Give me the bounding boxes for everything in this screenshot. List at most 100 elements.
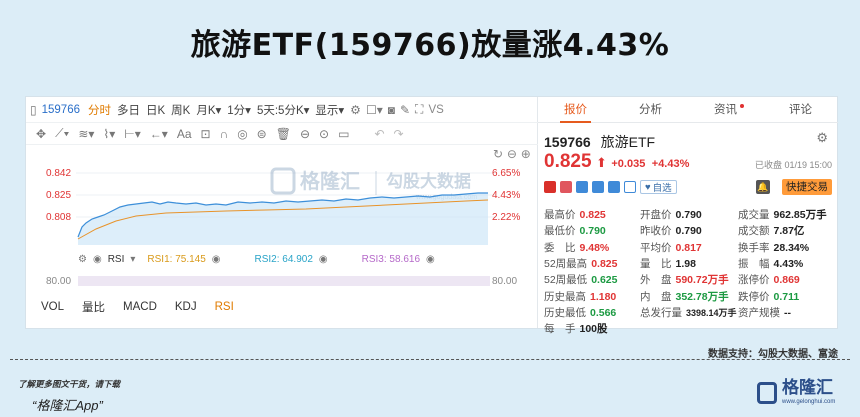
divider <box>10 359 850 360</box>
chart-icon[interactable] <box>560 181 572 193</box>
stat-value: -- <box>784 306 791 319</box>
quick-trade-button[interactable]: 快捷交易 <box>782 179 832 195</box>
indicator-volume-ratio[interactable]: 量比 <box>82 299 105 315</box>
redo-icon[interactable]: ↷ <box>394 127 404 141</box>
logo-text: 格隆汇 <box>782 378 833 398</box>
quote-panel: 报价 分析 资讯 评论 159766 旅游ETF ⚙ 0.825 ⬆ +0.03… <box>538 97 838 335</box>
stat-row: 成交额 7.87亿 <box>738 223 804 238</box>
text-icon[interactable]: Aa <box>177 127 192 141</box>
rsi2-eye-icon[interactable]: ◉ <box>319 254 328 265</box>
stat-label: 资产规模 <box>738 306 780 319</box>
watermark-text-2: 勾股大数据 <box>386 171 471 192</box>
intraday-chart: 0.842 0.825 0.808 6.65% 4.43% 2.22% ↻ ⊖ … <box>46 147 531 245</box>
indicator-kdj[interactable]: KDJ <box>175 301 197 313</box>
stat-value: 0.790 <box>675 225 702 238</box>
fullscreen-icon[interactable]: ⛶ <box>415 102 423 117</box>
stat-value: 0.790 <box>579 225 606 238</box>
tab-news[interactable]: 资讯 <box>688 97 763 122</box>
stat-row: 换手率 28.34% <box>738 240 809 255</box>
price-area <box>77 192 489 245</box>
stat-row: 每 手 100股 <box>544 321 608 336</box>
stat-row: 量 比 1.98 <box>640 256 696 271</box>
period-1min[interactable]: 1分▾ <box>227 102 251 118</box>
magnet-icon[interactable]: ∩ <box>220 127 229 141</box>
checkbox-icon[interactable]: ☐▾ <box>366 103 383 117</box>
stat-row: 历史最高 1.180 <box>544 289 616 304</box>
stat-value: 28.34% <box>773 241 810 254</box>
tab-quote[interactable]: 报价 <box>538 97 613 123</box>
rsi3-eye-icon[interactable]: ◉ <box>426 254 435 265</box>
rsi-dropdown-icon[interactable]: ▾ <box>130 254 135 265</box>
y-left-mid: 0.825 <box>46 190 71 201</box>
link-icon[interactable]: ⊖ <box>300 127 310 141</box>
period-intraday[interactable]: 分时 <box>88 102 111 118</box>
watchlist-button[interactable]: ♥ 自选 <box>640 180 677 194</box>
rsi1-eye-icon[interactable]: ◉ <box>212 254 221 265</box>
period-multiday[interactable]: 多日 <box>117 102 140 118</box>
rsi-eye-icon[interactable]: ◉ <box>93 254 102 265</box>
period-week-k[interactable]: 周K <box>171 102 190 118</box>
eye-icon[interactable]: ◎ <box>237 127 247 141</box>
headline: 旅游ETF(159766)放量涨4.43% <box>190 28 670 63</box>
stat-label: 昨收价 <box>640 225 672 238</box>
logo-url: www.gelonghui.com <box>782 399 836 405</box>
camera-icon[interactable]: ◙ <box>388 103 395 117</box>
sidebar-toggle-icon[interactable]: ▯ <box>30 103 37 117</box>
indicator-vol[interactable]: VOL <box>41 301 64 313</box>
stat-row: 最低价 0.790 <box>544 223 606 238</box>
toolbar-code[interactable]: 159766 <box>42 104 80 116</box>
camera-small-icon[interactable] <box>608 181 620 193</box>
rsi-settings-icon[interactable]: ⚙ <box>78 254 87 265</box>
trash-icon[interactable]: 🗑 <box>276 127 291 141</box>
stat-label: 成交额 <box>738 225 770 238</box>
stat-label: 跌停价 <box>738 290 770 303</box>
display-dropdown[interactable]: 显示▾ <box>315 102 344 118</box>
lock-icon[interactable]: ⊜ <box>257 127 267 141</box>
market-status: 已收盘 01/19 15:00 <box>754 160 832 170</box>
app-name: “格隆汇App” <box>32 398 103 413</box>
quote-tabs: 报价 分析 资讯 评论 <box>538 97 838 123</box>
channel-icon[interactable]: ≋▾ <box>78 127 94 141</box>
dollar-icon[interactable] <box>592 181 604 193</box>
stat-label: 涨停价 <box>738 274 770 287</box>
tab-analysis[interactable]: 分析 <box>613 97 688 122</box>
shuffle-icon[interactable] <box>576 181 588 193</box>
pencil-icon[interactable]: ✎ <box>400 103 410 117</box>
period-month-k[interactable]: 月K▾ <box>196 102 221 118</box>
stat-row: 资产规模 -- <box>738 305 791 320</box>
indicator-macd[interactable]: MACD <box>123 301 157 313</box>
bookmark-icon[interactable] <box>624 181 636 193</box>
bell-icon[interactable]: 🔔 <box>756 180 770 194</box>
layout-icon[interactable]: ▭ <box>338 127 349 141</box>
stat-value: 0.817 <box>675 241 702 254</box>
stat-value: 0.711 <box>773 290 800 303</box>
arrow-icon[interactable]: ←▾ <box>150 127 168 141</box>
snapshot-icon[interactable]: ⊙ <box>319 127 329 141</box>
settings-icon[interactable]: ⚙ <box>350 103 361 117</box>
vs-button[interactable]: VS <box>428 104 443 116</box>
quote-name: 旅游ETF <box>600 134 656 150</box>
stat-label: 换手率 <box>738 241 770 254</box>
tab-comments[interactable]: 评论 <box>763 97 838 122</box>
stat-label: 平均价 <box>640 241 672 254</box>
period-5day-5min[interactable]: 5天:5分K▾ <box>257 102 309 118</box>
trendline-icon[interactable]: ⟋▾ <box>55 126 69 141</box>
stat-value: 0.790 <box>675 209 702 221</box>
stat-row: 昨收价 0.790 <box>640 223 702 238</box>
stat-label: 成交量 <box>738 209 770 221</box>
news-dot-icon <box>740 104 744 108</box>
rsi1-value: RSI1: 75.145 <box>147 253 206 265</box>
y-left-top: 0.842 <box>46 168 71 179</box>
chart-controls-icon[interactable]: ↻ ⊖ ⊕ <box>493 147 531 161</box>
wave-icon[interactable]: ⌇▾ <box>103 127 115 141</box>
move-icon[interactable]: ✥ <box>36 127 46 141</box>
quote-settings-icon[interactable]: ⚙ <box>816 130 828 146</box>
indicator-rsi[interactable]: RSI <box>215 301 234 313</box>
footer-logo: 格隆汇 www.gelonghui.com <box>757 380 835 405</box>
stat-value: 3398.14万手 <box>686 307 737 318</box>
download-note: 了解更多图文干货，请下载 <box>18 379 121 389</box>
undo-icon[interactable]: ↶ <box>374 127 384 141</box>
period-day-k[interactable]: 日K <box>146 102 165 118</box>
ruler-icon[interactable]: ⊡ <box>201 127 211 141</box>
range-icon[interactable]: ⊢▾ <box>124 127 140 141</box>
